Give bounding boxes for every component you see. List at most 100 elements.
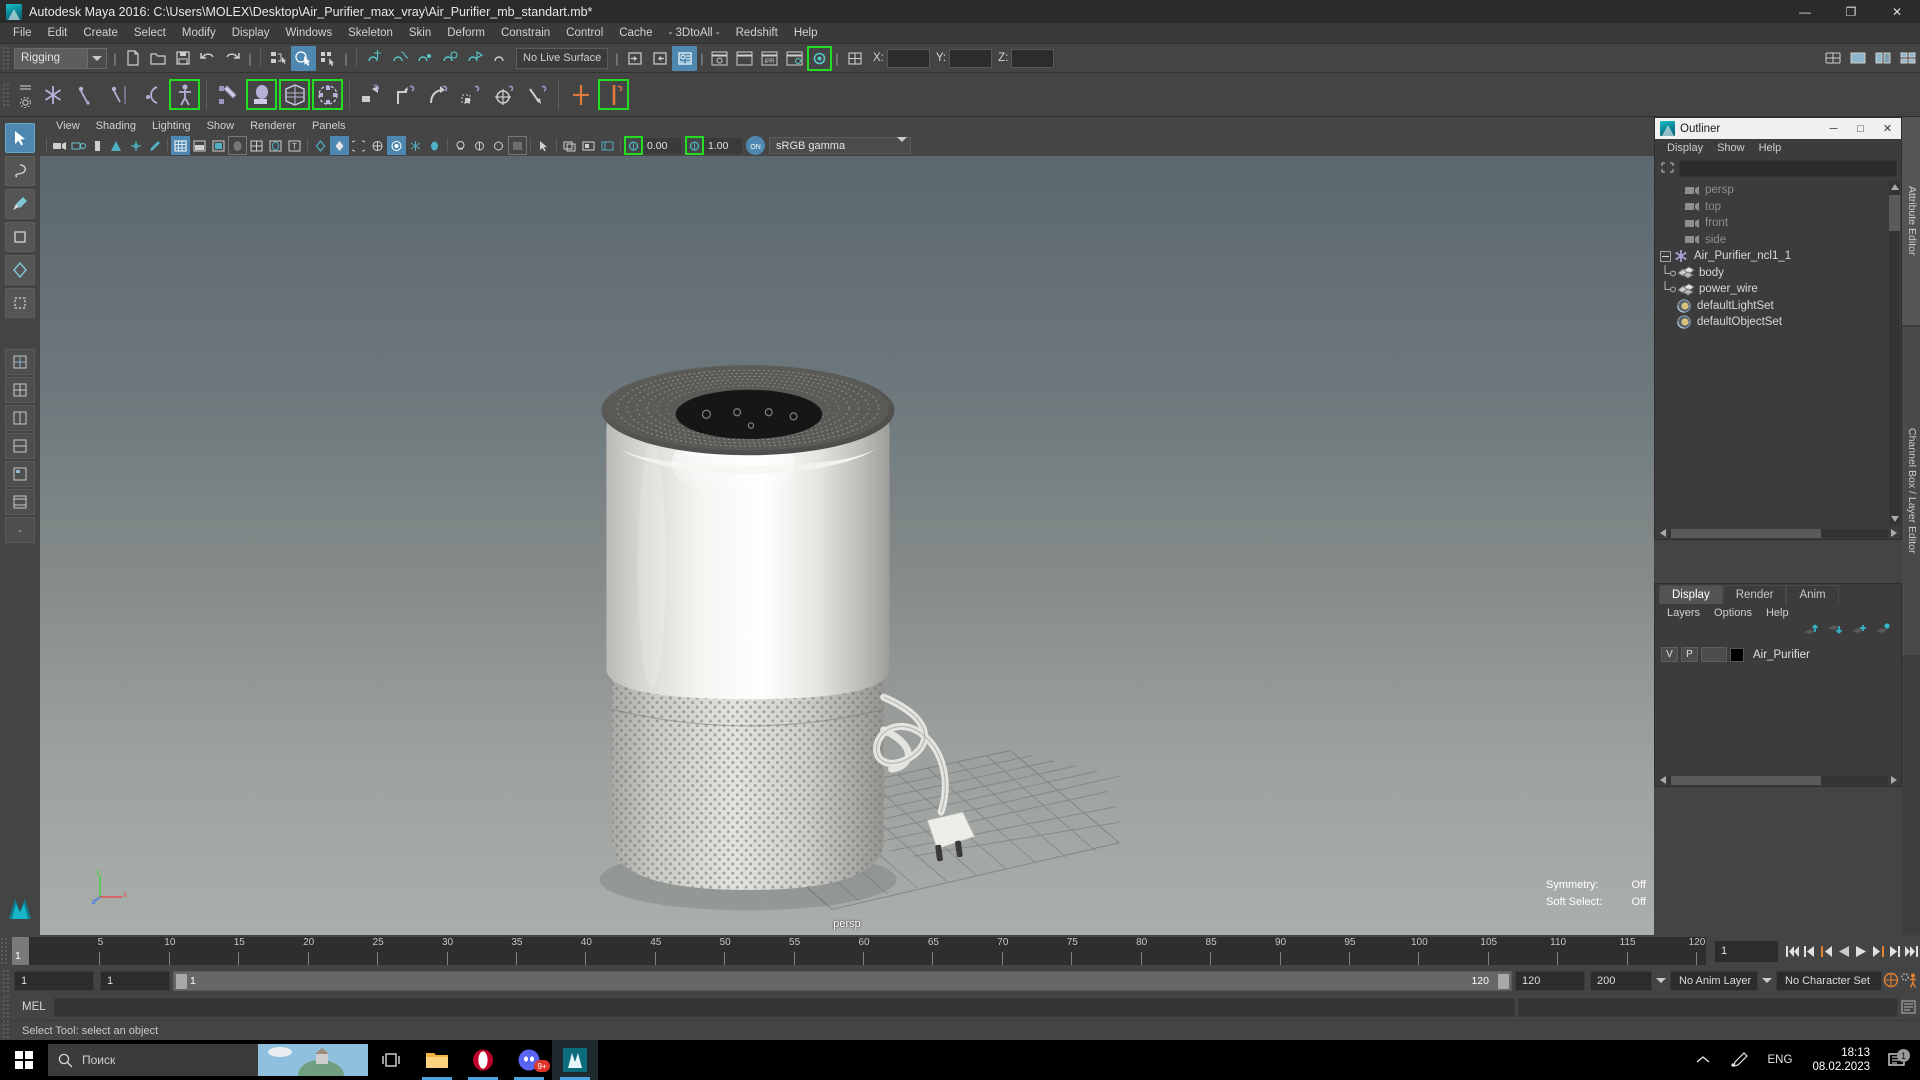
shadows-icon[interactable] [349, 136, 368, 155]
redo-button[interactable] [220, 46, 245, 71]
undo-button[interactable] [195, 46, 220, 71]
ipr-render-button[interactable]: IPR [757, 46, 782, 71]
outliner-node-power-wire[interactable]: power_wire [1655, 281, 1901, 298]
layout-persp-graph-button[interactable] [5, 433, 35, 459]
new-layer-from-selected-icon[interactable] [1875, 623, 1891, 641]
shelf-point-constraint-button[interactable] [388, 78, 421, 111]
viewport-select-icon[interactable] [534, 136, 553, 155]
shelf-cluster-button[interactable] [311, 78, 344, 111]
outliner-horizontal-scrollbar[interactable] [1655, 527, 1901, 539]
taskbar-clock[interactable]: 18:13 08.02.2023 [1802, 1046, 1880, 1074]
layer-playback-toggle[interactable]: P [1681, 647, 1698, 662]
shelf-lattice-button[interactable] [278, 78, 311, 111]
live-surface-field[interactable]: No Live Surface [516, 47, 608, 69]
outliner-minimize-button[interactable]: ─ [1820, 118, 1847, 139]
outliner-maximize-button[interactable]: □ [1847, 118, 1874, 139]
save-scene-button[interactable] [170, 46, 195, 71]
shelf-paint-skin-weights-button[interactable] [212, 78, 245, 111]
two-d-pan-zoom-icon[interactable] [126, 136, 145, 155]
outliner-node-air-purifier-ncl1-1[interactable]: Air_Purifier_ncl1_1 [1655, 248, 1901, 265]
character-set-selector[interactable]: No Character Set [1776, 970, 1882, 991]
playback-options-chevron-icon[interactable] [1652, 978, 1670, 983]
collapse-expander-icon[interactable] [1660, 250, 1671, 262]
menu-file[interactable]: File [5, 24, 40, 42]
viewport-menu-view[interactable]: View [48, 119, 88, 133]
outliner-node-default-light-set[interactable]: defaultLightSet [1655, 298, 1901, 315]
script-editor-icon[interactable] [1898, 1000, 1920, 1014]
pen-workspace-icon[interactable] [1720, 1040, 1758, 1080]
anim-end-time-field[interactable]: 120 [1515, 970, 1585, 991]
command-line-gripper[interactable] [2, 995, 11, 1019]
taskbar-maya[interactable] [552, 1040, 598, 1080]
menu-modify[interactable]: Modify [174, 24, 224, 42]
menu-3dtoall[interactable]: - 3DtoAll - [661, 24, 728, 42]
gamma-value[interactable]: 1.00 [704, 137, 742, 154]
minimize-button[interactable]: — [1782, 0, 1828, 23]
taskbar-file-explorer[interactable] [414, 1040, 460, 1080]
show-sidebar-right-button[interactable] [647, 46, 672, 71]
lasso-tool[interactable] [5, 156, 35, 186]
menu-create[interactable]: Create [75, 24, 126, 42]
go-to-start-button[interactable] [1784, 940, 1801, 962]
maximize-button[interactable]: ❐ [1828, 0, 1874, 23]
scale-tool[interactable] [5, 288, 35, 318]
layer-color-swatch[interactable] [1730, 647, 1744, 662]
tab-display[interactable]: Display [1659, 585, 1723, 604]
select-camera-icon[interactable] [50, 136, 69, 155]
snap-to-projected-center-button[interactable] [437, 46, 462, 71]
snap-to-grid-button[interactable] [362, 46, 387, 71]
command-language-label[interactable]: MEL [14, 1001, 54, 1013]
rotate-tool[interactable] [5, 255, 35, 285]
command-input-field[interactable] [53, 997, 1515, 1017]
menu-edit[interactable]: Edit [40, 24, 76, 42]
open-render-view-icon[interactable] [560, 136, 579, 155]
display-cameras-icon[interactable] [489, 136, 508, 155]
shelf-human-ik-button[interactable] [168, 78, 201, 111]
snap-to-curve-button[interactable] [387, 46, 412, 71]
single-pane-layout-button[interactable] [1845, 46, 1870, 71]
redo-render-button[interactable] [732, 46, 757, 71]
render-current-frame-button[interactable] [707, 46, 732, 71]
layout-persp-outliner-button[interactable] [5, 405, 35, 431]
smooth-shade-selected-icon[interactable] [209, 136, 228, 155]
render-settings-button[interactable] [782, 46, 807, 71]
wireframe-shading-icon[interactable] [171, 136, 190, 155]
snap-to-view-plane-button[interactable] [462, 46, 487, 71]
viewport-menu-show[interactable]: Show [199, 119, 243, 133]
layout-persp-uv-button[interactable] [5, 489, 35, 515]
outliner-menu-display[interactable]: Display [1660, 141, 1710, 155]
outliner-close-button[interactable]: ✕ [1874, 118, 1901, 139]
layer-menu-layers[interactable]: Layers [1660, 606, 1707, 620]
taskbar-opera-browser[interactable] [460, 1040, 506, 1080]
menu-skin[interactable]: Skin [401, 24, 439, 42]
scrollbar-thumb[interactable] [1889, 195, 1900, 231]
layer-horizontal-scrollbar[interactable] [1655, 774, 1901, 786]
show-attribute-editor-button[interactable] [672, 45, 697, 71]
go-to-end-button[interactable] [1903, 940, 1920, 962]
transform-entry-mode-button[interactable] [842, 46, 867, 71]
camera-attributes-icon[interactable] [69, 136, 88, 155]
image-plane-icon[interactable] [107, 136, 126, 155]
hardware-texturing-icon[interactable] [228, 136, 247, 155]
move-layer-up-icon[interactable] [1803, 623, 1819, 641]
four-pane-layout-button[interactable] [1895, 46, 1920, 71]
toolbar-gripper[interactable] [2, 46, 11, 70]
isolate-select-icon[interactable] [451, 136, 470, 155]
viewport-menu-lighting[interactable]: Lighting [144, 119, 199, 133]
outliner-search-input[interactable] [1679, 159, 1897, 177]
color-profile-selector[interactable]: sRGB gamma [769, 137, 911, 154]
lighting-all-lights-icon[interactable] [330, 136, 349, 155]
display-lights-icon[interactable] [470, 136, 489, 155]
layer-menu-help[interactable]: Help [1759, 606, 1796, 620]
viewport-menu-panels[interactable]: Panels [304, 119, 354, 133]
menu-select[interactable]: Select [126, 24, 174, 42]
outliner-menu-help[interactable]: Help [1752, 141, 1789, 155]
shelf-ik-spline-handle-button[interactable] [102, 78, 135, 111]
scroll-left-icon[interactable] [1657, 776, 1668, 784]
step-forward-frame-button[interactable] [1869, 940, 1886, 962]
taskbar-search-box[interactable]: Поиск [48, 1044, 368, 1076]
xray-joints-icon[interactable]: T [285, 136, 304, 155]
menu-deform[interactable]: Deform [439, 24, 493, 42]
layout-more-button[interactable]: - [5, 517, 35, 543]
shelf-ik-spline-curve-button[interactable] [135, 78, 168, 111]
